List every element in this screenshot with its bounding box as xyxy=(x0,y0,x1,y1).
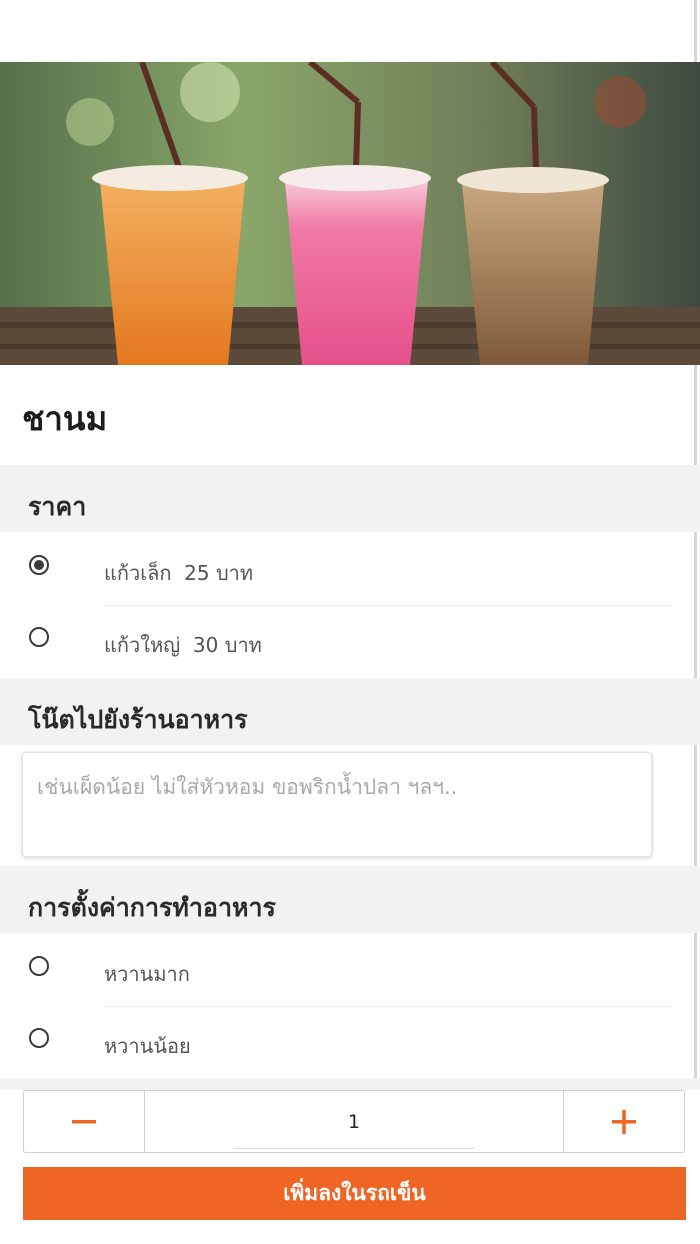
cooking-section-title: การตั้งค่าการทำอาหาร xyxy=(28,893,276,922)
quantity-underline xyxy=(234,1148,474,1149)
radio-unchecked-icon[interactable] xyxy=(29,1028,49,1048)
price-option-large[interactable]: แก้วใหญ่ 30 บาท xyxy=(0,605,700,677)
price-section-header: ราคา xyxy=(0,465,700,532)
note-input[interactable] xyxy=(22,752,652,857)
quantity-value[interactable]: 1 xyxy=(145,1091,563,1152)
cooking-option-less-sweet[interactable]: หวานน้อย xyxy=(0,1006,700,1078)
quantity-stepper[interactable]: 1 xyxy=(23,1090,685,1153)
product-title: ชานม xyxy=(22,399,108,438)
cooking-option-label: หวานมาก xyxy=(104,962,190,986)
add-to-cart-button[interactable]: เพิ่มลงในรถเข็น xyxy=(23,1167,686,1220)
note-section-title: โน๊ตไปยังร้านอาหาร xyxy=(28,705,248,734)
section-spacer xyxy=(0,1078,700,1090)
cooking-section-header: การตั้งค่าการทำอาหาร xyxy=(0,866,700,933)
radio-checked-icon[interactable] xyxy=(29,555,49,575)
radio-unchecked-icon[interactable] xyxy=(29,956,49,976)
radio-unchecked-icon[interactable] xyxy=(29,627,49,647)
price-section-title: ราคา xyxy=(28,492,87,521)
note-section-header: โน๊ตไปยังร้านอาหาร xyxy=(0,678,700,745)
minus-icon xyxy=(72,1119,96,1123)
price-option-label: แก้วเล็ก 25 บาท xyxy=(104,561,254,585)
price-option-small[interactable]: แก้วเล็ก 25 บาท xyxy=(0,533,700,605)
plus-icon xyxy=(612,1109,636,1134)
price-option-label: แก้วใหญ่ 30 บาท xyxy=(104,633,262,657)
decrease-quantity-button[interactable] xyxy=(24,1091,145,1152)
cooking-option-very-sweet[interactable]: หวานมาก xyxy=(0,934,700,1006)
product-image xyxy=(0,62,700,365)
cooking-option-label: หวานน้อย xyxy=(104,1034,191,1058)
top-bar xyxy=(0,0,700,62)
increase-quantity-button[interactable] xyxy=(563,1091,684,1152)
